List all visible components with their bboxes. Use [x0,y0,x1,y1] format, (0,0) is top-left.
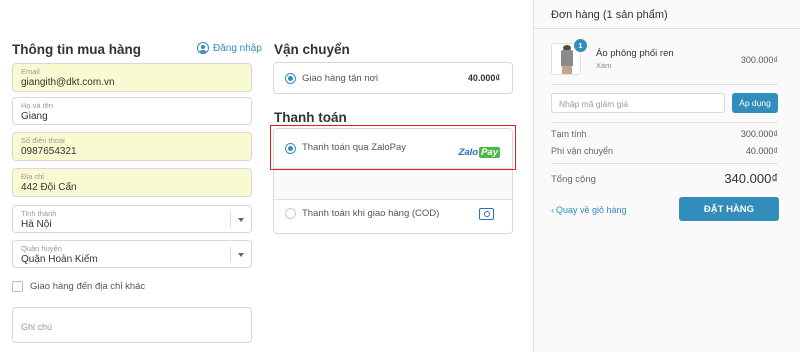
order-summary-title: Đơn hàng (1 sản phẩm) [551,9,668,21]
payment-option-cod[interactable]: Thanh toán khi giao hàng (COD) [274,200,512,233]
total-value: 340.000₫ [724,171,778,186]
district-label: Quận huyện [21,244,62,253]
order-summary-sidebar: Đơn hàng (1 sản phẩm) 1 Áo phông phối re… [533,0,800,352]
email-value: giangith@dkt.com.vn [21,77,115,88]
shipping-radio[interactable] [285,73,296,84]
address-value: 442 Đội Cấn [21,182,77,193]
user-icon [197,42,209,54]
subtotal-label: Tạm tính [551,129,587,139]
full-name-field[interactable]: Họ và tên Giang [12,97,252,125]
cash-icon [479,208,494,220]
divider [551,163,778,164]
province-value: Hà Nội [21,219,52,230]
select-separator [230,212,231,227]
chevron-down-icon [238,253,244,257]
customer-info-title: Thông tin mua hàng [12,42,141,57]
product-name: Áo phông phối ren [596,48,674,59]
email-field[interactable]: Email giangith@dkt.com.vn [12,63,252,92]
province-label: Tỉnh thành [21,209,57,218]
order-summary-header: Đơn hàng (1 sản phẩm) [534,0,800,29]
cod-label: Thanh toán khi giao hàng (COD) [302,208,440,219]
shipping-fee-label: Phí vận chuyển [551,146,614,156]
shipping-title: Vận chuyển [274,42,350,57]
login-link[interactable]: Đăng nhập [197,42,262,54]
email-label: Email [21,67,40,76]
full-name-label: Họ và tên [21,101,54,110]
ship-other-address-checkbox[interactable] [12,281,23,292]
place-order-button[interactable]: ĐẶT HÀNG [679,197,779,221]
apply-discount-button[interactable]: Áp dụng [732,93,778,113]
login-label: Đăng nhập [213,42,262,54]
divider [551,122,778,123]
shipping-option-price: 40.000₫ [467,73,500,83]
quantity-badge: 1 [574,39,587,52]
back-to-cart-link[interactable]: ‹ Quay về giỏ hàng [551,205,627,215]
phone-field[interactable]: Số điện thoại 0987654321 [12,132,252,161]
district-select[interactable]: Quận huyện Quận Hoàn Kiếm [12,240,252,268]
total-label: Tổng cộng [551,174,596,185]
subtotal-value: 300.000₫ [740,129,778,139]
shipping-option[interactable]: Giao hàng tận nơi 40.000₫ [273,62,513,94]
discount-code-input[interactable]: Nhập mã giảm giá [551,93,725,113]
province-select[interactable]: Tỉnh thành Hà Nội [12,205,252,233]
zalopay-highlight-box [270,125,516,170]
select-separator [230,247,231,262]
ship-other-address-label: Giao hàng đến địa chỉ khác [30,281,146,292]
phone-label: Số điện thoại [21,136,65,145]
divider [551,84,778,85]
product-variant: Xám [596,61,612,70]
discount-placeholder: Nhập mã giảm giá [559,99,628,109]
note-placeholder: Ghi chú [21,322,53,332]
phone-value: 0987654321 [21,146,77,157]
address-label: Địa chỉ [21,172,44,181]
full-name-value: Giang [21,111,48,122]
back-to-cart-label: Quay về giỏ hàng [556,205,627,215]
ship-other-address-row[interactable]: Giao hàng đến địa chỉ khác [12,281,145,292]
chevron-down-icon [238,218,244,222]
address-field[interactable]: Địa chỉ 442 Đội Cấn [12,168,252,197]
shipping-option-label: Giao hàng tận nơi [302,73,378,84]
note-textarea[interactable]: Ghi chú [12,307,252,343]
chevron-left-icon: ‹ [551,205,554,215]
payment-spacer [274,168,512,200]
payment-title: Thanh toán [274,110,347,125]
shipping-fee-value: 40.000₫ [745,146,778,156]
district-value: Quận Hoàn Kiếm [21,254,98,265]
cod-radio[interactable] [285,208,296,219]
product-price: 300.000₫ [740,55,778,65]
